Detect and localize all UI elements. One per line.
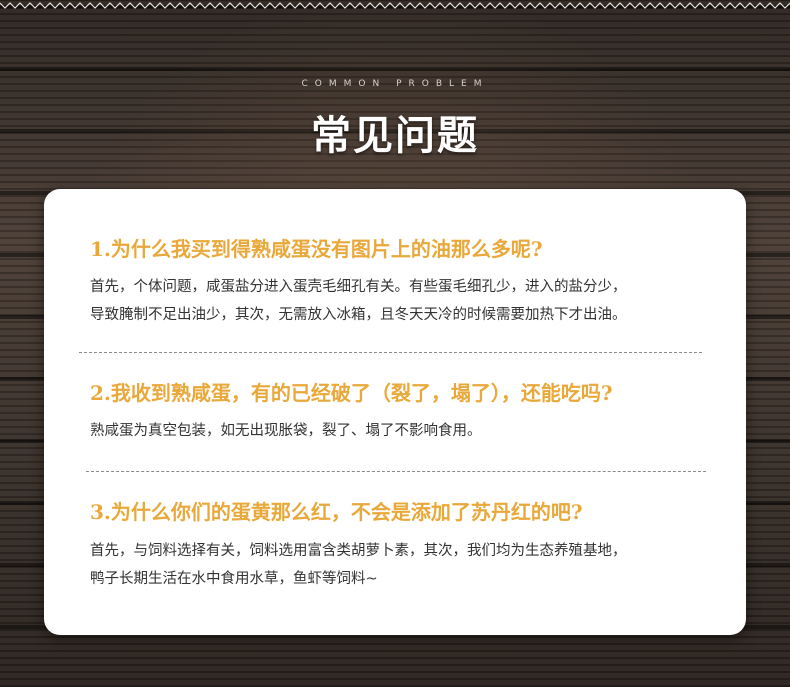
faq-answer-1-line-2: 导致腌制不足出油少，其次，无需放入冰箱，且冬天天冷的时候需要加热下才出油。 <box>90 307 627 323</box>
faq-answer-3-line-1: 首先，与饲料选择有关，饲料选用富含类胡萝卜素，其次，我们均为生态养殖基地， <box>90 543 627 559</box>
page-title: 常见问题 <box>311 112 479 159</box>
faq-answer-3: 首先，与饲料选择有关，饲料选用富含类胡萝卜素，其次，我们均为生态养殖基地， 鸭子… <box>90 537 720 593</box>
faq-divider <box>86 471 706 472</box>
faq-card: 1.为什么我买到得熟咸蛋没有图片上的油那么多呢? 首先，个体问题，咸蛋盐分进入蛋… <box>44 189 746 635</box>
faq-divider <box>79 352 702 353</box>
faq-question-2: 2.我收到熟咸蛋，有的已经破了（裂了，塌了），还能吃吗? <box>90 381 613 405</box>
faq-answer-3-line-2: 鸭子长期生活在水中食用水草，鱼虾等饲料~ <box>90 571 378 587</box>
faq-answer-2-line-1: 熟咸蛋为真空包装，如无出现胀袋，裂了、塌了不影响食用。 <box>90 423 482 439</box>
zigzag-top-edge <box>0 2 790 9</box>
faq-answer-2: 熟咸蛋为真空包装，如无出现胀袋，裂了、塌了不影响食用。 <box>90 417 720 445</box>
faq-question-3: 3.为什么你们的蛋黄那么红，不会是添加了苏丹红的吧? <box>90 500 583 524</box>
faq-question-1: 1.为什么我买到得熟咸蛋没有图片上的油那么多呢? <box>90 237 543 261</box>
faq-answer-1-line-1: 首先，个体问题，咸蛋盐分进入蛋壳毛细孔有关。有些蛋毛细孔少，进入的盐分少， <box>90 279 627 295</box>
faq-answer-1: 首先，个体问题，咸蛋盐分进入蛋壳毛细孔有关。有些蛋毛细孔少，进入的盐分少， 导致… <box>90 273 720 329</box>
section-subtitle: COMMON PROBLEM <box>301 79 489 89</box>
